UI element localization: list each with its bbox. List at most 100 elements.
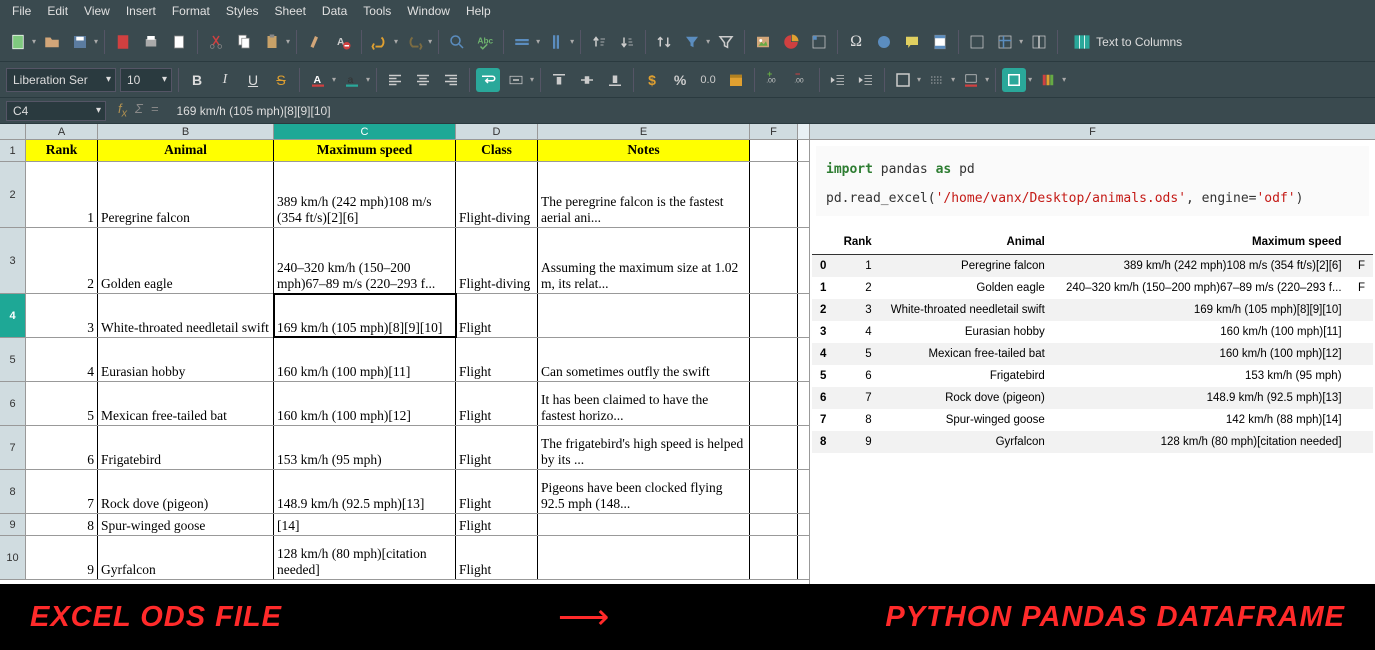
header-cell[interactable]: Maximum speed bbox=[274, 140, 456, 161]
column-header-F[interactable]: F bbox=[750, 124, 798, 139]
function-wizard-icon[interactable]: fx bbox=[118, 101, 127, 120]
cell[interactable] bbox=[538, 294, 750, 337]
strike-icon[interactable]: S bbox=[269, 68, 293, 92]
cell[interactable]: 160 km/h (100 mph)[11] bbox=[274, 338, 456, 381]
autofilter-icon[interactable] bbox=[680, 30, 704, 54]
cell[interactable] bbox=[750, 536, 798, 579]
redo-icon[interactable] bbox=[402, 30, 426, 54]
currency-icon[interactable]: $ bbox=[640, 68, 664, 92]
row-header-2[interactable]: 2 bbox=[0, 162, 26, 227]
print-icon[interactable] bbox=[139, 30, 163, 54]
menu-insert[interactable]: Insert bbox=[118, 4, 164, 18]
spreadsheet-grid[interactable]: ABCDEF 1RankAnimalMaximum speedClassNote… bbox=[0, 124, 810, 584]
redo-dropdown[interactable]: ▾ bbox=[428, 37, 432, 46]
cell[interactable] bbox=[750, 228, 798, 293]
cell[interactable]: Pigeons have been clocked flying 92.5 mp… bbox=[538, 470, 750, 513]
cell[interactable]: Rock dove (pigeon) bbox=[98, 470, 274, 513]
align-left-icon[interactable] bbox=[383, 68, 407, 92]
cell[interactable] bbox=[538, 514, 750, 535]
cell[interactable]: 389 km/h (242 mph)108 m/s (354 ft/s)[2][… bbox=[274, 162, 456, 227]
text-to-columns-button[interactable]: Text to Columns bbox=[1072, 32, 1182, 52]
menu-sheet[interactable]: Sheet bbox=[267, 4, 314, 18]
cell[interactable] bbox=[750, 382, 798, 425]
define-range-icon[interactable] bbox=[965, 30, 989, 54]
indent-inc-icon[interactable] bbox=[854, 68, 878, 92]
cell[interactable]: 160 km/h (100 mph)[12] bbox=[274, 382, 456, 425]
row-dropdown[interactable]: ▾ bbox=[536, 37, 540, 46]
equals-icon[interactable]: = bbox=[151, 101, 159, 120]
cell[interactable]: 6 bbox=[26, 426, 98, 469]
cell[interactable]: It has been claimed to have the fastest … bbox=[538, 382, 750, 425]
row-header-3[interactable]: 3 bbox=[0, 228, 26, 293]
cell[interactable]: 153 km/h (95 mph) bbox=[274, 426, 456, 469]
date-icon[interactable] bbox=[724, 68, 748, 92]
indent-dec-icon[interactable] bbox=[826, 68, 850, 92]
cell[interactable]: The peregrine falcon is the fastest aeri… bbox=[538, 162, 750, 227]
chart-icon[interactable] bbox=[779, 30, 803, 54]
cell[interactable] bbox=[750, 338, 798, 381]
column-icon[interactable] bbox=[544, 30, 568, 54]
headers-footers-icon[interactable] bbox=[928, 30, 952, 54]
cell[interactable]: Flight bbox=[456, 514, 538, 535]
merge-dropdown[interactable]: ▾ bbox=[530, 75, 534, 84]
undo-dropdown[interactable]: ▾ bbox=[394, 37, 398, 46]
header-cell[interactable]: Animal bbox=[98, 140, 274, 161]
italic-icon[interactable]: I bbox=[213, 68, 237, 92]
cell[interactable]: 128 km/h (80 mph)[citation needed] bbox=[274, 536, 456, 579]
special-char-icon[interactable]: Ω bbox=[844, 30, 868, 54]
cell[interactable]: Flight-diving bbox=[456, 228, 538, 293]
menu-window[interactable]: Window bbox=[399, 4, 458, 18]
cell[interactable]: Can sometimes outfly the swift bbox=[538, 338, 750, 381]
column-header-C[interactable]: C bbox=[274, 124, 456, 139]
sum-icon[interactable]: Σ bbox=[135, 101, 143, 120]
borders-dropdown[interactable]: ▾ bbox=[917, 75, 921, 84]
open-icon[interactable] bbox=[40, 30, 64, 54]
cell[interactable]: 169 km/h (105 mph)[8][9][10] bbox=[274, 294, 456, 337]
filter-dropdown[interactable]: ▾ bbox=[706, 37, 710, 46]
border-style-dropdown[interactable]: ▾ bbox=[951, 75, 955, 84]
menu-styles[interactable]: Styles bbox=[218, 4, 267, 18]
row-header-5[interactable]: 5 bbox=[0, 338, 26, 381]
cell-reference-box[interactable]: C4 bbox=[6, 101, 106, 121]
menu-view[interactable]: View bbox=[76, 4, 118, 18]
border-style-icon[interactable] bbox=[925, 68, 949, 92]
cell[interactable]: Peregrine falcon bbox=[98, 162, 274, 227]
highlight-dropdown[interactable]: ▾ bbox=[366, 75, 370, 84]
cell[interactable] bbox=[538, 536, 750, 579]
undo-icon[interactable] bbox=[368, 30, 392, 54]
row-header-4[interactable]: 4 bbox=[0, 294, 26, 337]
paste-dropdown[interactable]: ▾ bbox=[286, 37, 290, 46]
font-color-dropdown[interactable]: ▾ bbox=[332, 75, 336, 84]
formula-input[interactable]: 169 km/h (105 mph)[8][9][10] bbox=[170, 104, 1369, 118]
row-header-10[interactable]: 10 bbox=[0, 536, 26, 579]
cell[interactable]: Flight bbox=[456, 426, 538, 469]
pdf-export-icon[interactable] bbox=[111, 30, 135, 54]
wrap-icon[interactable] bbox=[476, 68, 500, 92]
align-right-icon[interactable] bbox=[439, 68, 463, 92]
cell[interactable]: Assuming the maximum size at 1.02 m, its… bbox=[538, 228, 750, 293]
col-dropdown[interactable]: ▾ bbox=[570, 37, 574, 46]
underline-icon[interactable]: U bbox=[241, 68, 265, 92]
cell[interactable] bbox=[750, 162, 798, 227]
column-header-B[interactable]: B bbox=[98, 124, 274, 139]
sort-desc-icon[interactable] bbox=[615, 30, 639, 54]
menu-data[interactable]: Data bbox=[314, 4, 355, 18]
column-header-A[interactable]: A bbox=[26, 124, 98, 139]
font-name-combo[interactable]: Liberation Ser bbox=[6, 68, 116, 92]
align-center-icon[interactable] bbox=[411, 68, 435, 92]
add-decimal-icon[interactable]: .00+ bbox=[761, 68, 785, 92]
cell[interactable] bbox=[750, 426, 798, 469]
cell[interactable]: The frigatebird's high speed is helped b… bbox=[538, 426, 750, 469]
menu-edit[interactable]: Edit bbox=[39, 4, 76, 18]
image-icon[interactable] bbox=[751, 30, 775, 54]
cell[interactable]: 1 bbox=[26, 162, 98, 227]
cell[interactable]: Eurasian hobby bbox=[98, 338, 274, 381]
header-cell[interactable]: Class bbox=[456, 140, 538, 161]
row-header-7[interactable]: 7 bbox=[0, 426, 26, 469]
menu-help[interactable]: Help bbox=[458, 4, 499, 18]
cut-icon[interactable] bbox=[204, 30, 228, 54]
cell[interactable] bbox=[750, 140, 798, 161]
conditional-dropdown[interactable]: ▾ bbox=[1062, 75, 1066, 84]
border-color-icon[interactable] bbox=[959, 68, 983, 92]
cell[interactable]: 5 bbox=[26, 382, 98, 425]
